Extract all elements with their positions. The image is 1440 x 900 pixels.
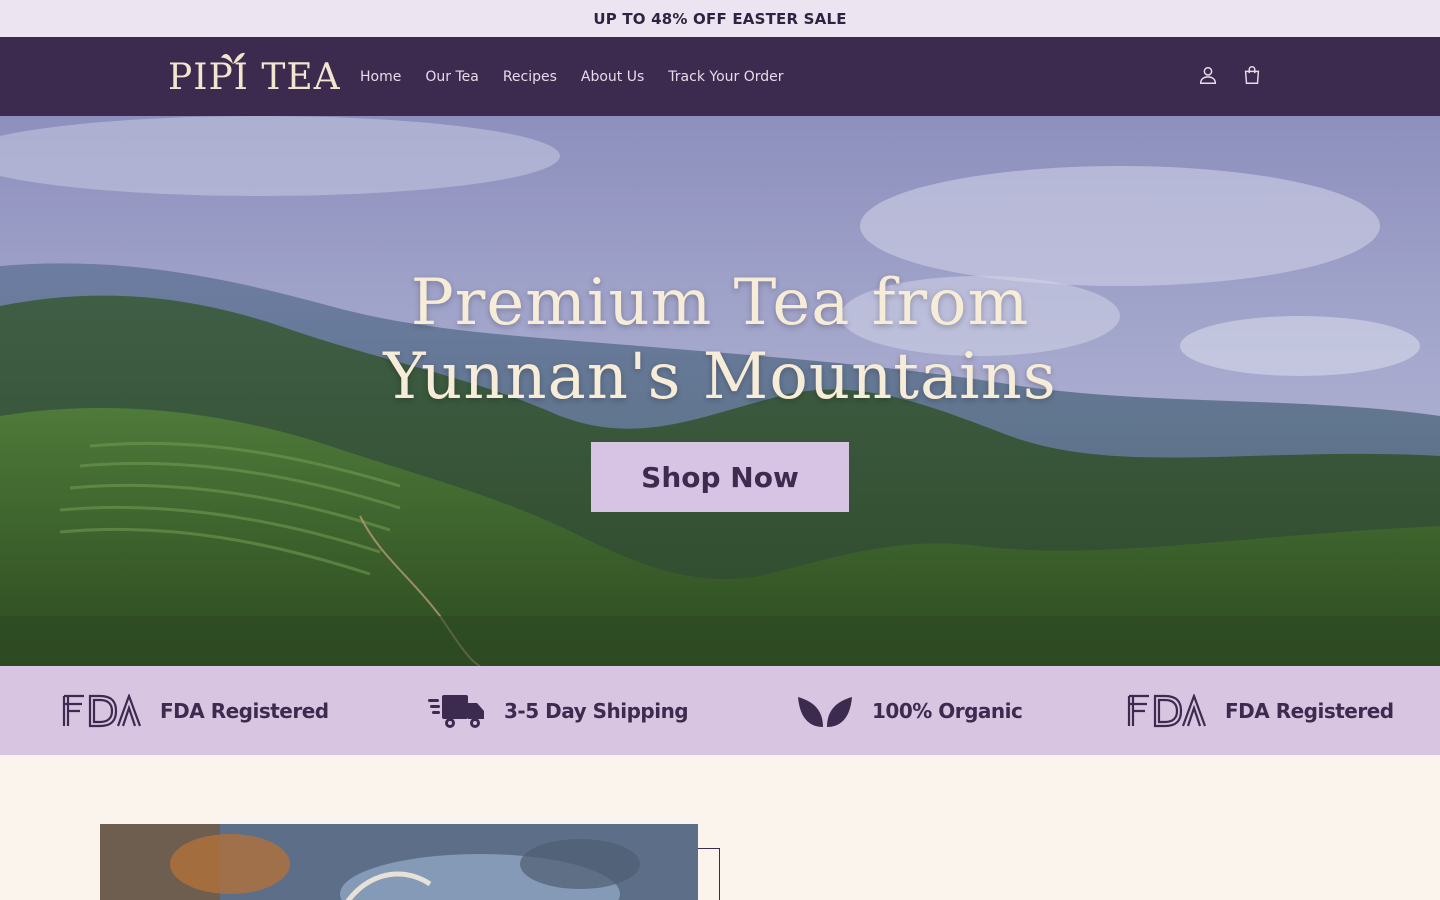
hero-title-line-2: Yunnan's Mountains: [383, 340, 1057, 414]
main-nav: Home Our Tea Recipes About Us Track Your…: [348, 37, 796, 116]
fda-icon: [62, 693, 142, 728]
feature-bar: FDA Registered 3-5 Day Shipping 100% Org…: [0, 666, 1440, 755]
hero-title-line-1: Premium Tea from: [410, 266, 1030, 340]
nav-item-our-tea[interactable]: Our Tea: [413, 69, 490, 85]
hero-title: Premium Tea from Yunnan's Mountains: [0, 266, 1440, 414]
feature-item-shipping: 3-5 Day Shipping: [428, 666, 689, 755]
feature-label: 3-5 Day Shipping: [504, 698, 689, 723]
announcement-text: UP TO 48% OFF EASTER SALE: [593, 9, 847, 28]
cart-icon[interactable]: [1240, 63, 1264, 87]
site-header: PIPI TEA Home Our Tea Recipes About Us T…: [0, 37, 1440, 116]
content-section: [0, 755, 1440, 900]
shop-now-button[interactable]: Shop Now: [591, 442, 849, 512]
announcement-bar: UP TO 48% OFF EASTER SALE: [0, 0, 1440, 37]
logo-text: PIPI TEA: [168, 56, 341, 98]
nav-item-recipes[interactable]: Recipes: [491, 69, 569, 85]
feature-item-fda: FDA Registered: [62, 666, 329, 755]
product-media-image: [100, 824, 698, 900]
feature-label: 100% Organic: [872, 698, 1023, 723]
nav-item-home[interactable]: Home: [348, 69, 413, 85]
feature-item-fda: FDA Registered: [1127, 666, 1394, 755]
account-icon[interactable]: [1196, 63, 1220, 87]
leaves-icon: [796, 693, 854, 729]
leaf-logo-icon: [221, 52, 245, 64]
feature-label: FDA Registered: [160, 698, 329, 723]
nav-item-track-order[interactable]: Track Your Order: [656, 69, 795, 85]
delivery-truck-icon: [428, 691, 486, 731]
hero-banner: Premium Tea from Yunnan's Mountains Shop…: [0, 116, 1440, 666]
feature-label: FDA Registered: [1225, 698, 1394, 723]
brand-logo[interactable]: PIPI TEA: [168, 52, 341, 99]
decorative-frame: [698, 848, 720, 900]
feature-item-organic: 100% Organic: [796, 666, 1023, 755]
nav-item-about-us[interactable]: About Us: [569, 69, 656, 85]
fda-icon: [1127, 693, 1207, 728]
product-media[interactable]: [100, 824, 698, 900]
